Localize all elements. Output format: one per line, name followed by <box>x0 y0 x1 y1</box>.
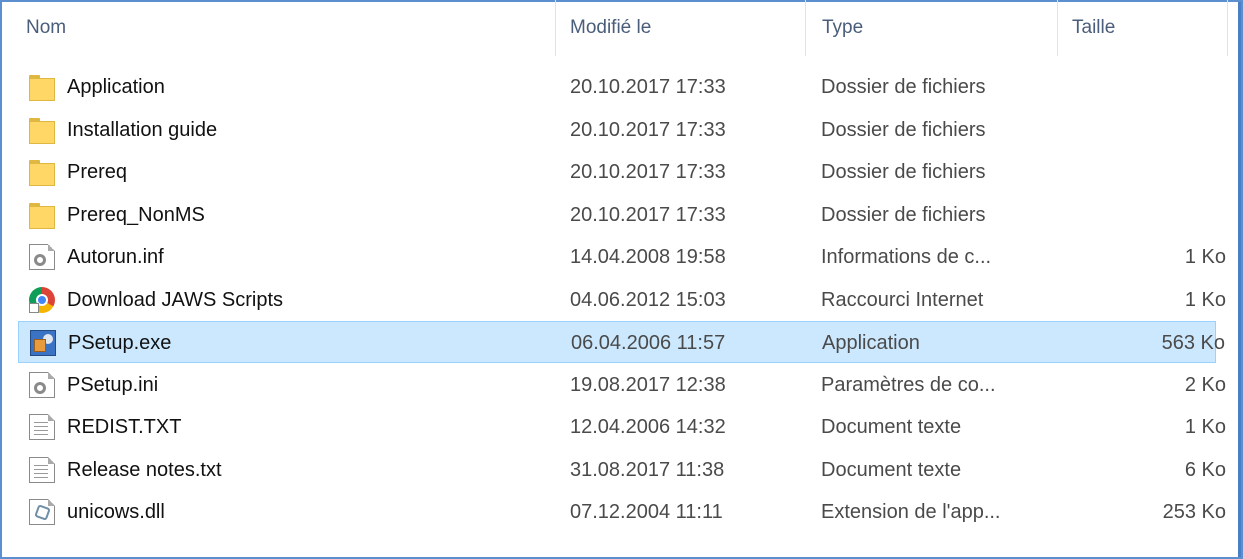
file-modified-date: 20.10.2017 17:33 <box>570 76 726 98</box>
column-divider[interactable] <box>1227 0 1228 56</box>
file-row[interactable]: unicows.dll 07.12.2004 11:11 Extension de … <box>18 491 1226 533</box>
text-file-icon <box>29 456 55 483</box>
file-size: 563 Ko <box>1161 332 1225 354</box>
file-name: Installation guide <box>67 118 218 141</box>
file-name: Download JAWS Scripts <box>67 288 283 311</box>
file-modified-date: 12.04.2006 14:32 <box>570 416 726 438</box>
file-type: Dossier de fichiers <box>821 118 986 141</box>
file-size <box>1106 151 1226 193</box>
file-row[interactable]: Download JAWS Scripts 04.06.2012 15:03 Rac… <box>18 279 1226 321</box>
column-divider[interactable] <box>805 0 806 56</box>
column-header-size-label: Taille <box>1072 17 1116 38</box>
file-name: Prereq <box>67 161 128 183</box>
file-type: Document texte <box>821 416 962 438</box>
column-header-modified[interactable]: Modifié le <box>562 0 806 56</box>
setup-exe-icon <box>30 330 56 356</box>
settings-file-icon <box>29 244 55 270</box>
file-size: 1 Ko <box>1184 288 1226 311</box>
column-header-modified-label: Modifié le <box>570 17 652 38</box>
window-edge <box>1238 2 1241 557</box>
file-row[interactable]: Release notes.txt 31.08.2017 11:38 Documen… <box>18 449 1226 491</box>
file-modified-date: 06.04.2006 11:57 <box>571 332 726 354</box>
file-name: REDIST.TXT <box>67 416 182 438</box>
file-row[interactable]: REDIST.TXT 12.04.2006 14:32 Document texte… <box>18 406 1226 448</box>
file-size <box>1106 194 1226 236</box>
file-size <box>1106 109 1226 151</box>
file-modified-date: 20.10.2017 17:33 <box>570 203 726 226</box>
file-type: Extension de l'app... <box>821 501 1001 523</box>
file-name: Prereq_NonMS <box>67 203 205 226</box>
file-row[interactable]: Prereq 20.10.2017 17:33 Dossier de fichier… <box>18 151 1216 193</box>
dll-file-icon <box>29 499 55 525</box>
file-modified-date: 19.08.2017 12:38 <box>570 373 726 396</box>
file-type: Dossier de fichiers <box>821 76 986 98</box>
file-type: Informations de c... <box>821 246 992 268</box>
file-row[interactable]: PSetup.ini 19.08.2017 12:38 Paramètres de … <box>18 364 1226 406</box>
file-type: Document texte <box>821 458 962 481</box>
file-row[interactable]: Prereq_NonMS 20.10.2017 17:33 Dossier de f… <box>18 194 1216 236</box>
file-modified-date: 07.12.2004 11:11 <box>570 501 723 523</box>
file-name: PSetup.exe <box>68 332 172 354</box>
file-name: Application <box>67 76 165 98</box>
file-row[interactable]: Application 20.10.2017 17:33 Dossier de fi… <box>18 66 1216 108</box>
folder-icon <box>29 74 55 101</box>
file-row[interactable]: PSetup.exe 06.04.2006 11:57 Application 563… <box>18 321 1225 363</box>
file-size: 253 Ko <box>1162 501 1226 523</box>
file-modified-date: 31.08.2017 11:38 <box>570 458 725 481</box>
text-file-icon <box>29 414 55 440</box>
file-modified-date: 04.06.2012 15:03 <box>570 288 726 311</box>
column-header-name-label: Nom <box>26 17 67 38</box>
file-name: Autorun.inf <box>67 246 164 268</box>
column-header-name[interactable]: Nom <box>18 0 556 56</box>
file-type: Paramètres de co... <box>821 373 996 396</box>
internet-shortcut-icon <box>29 286 55 313</box>
folder-icon <box>29 202 55 229</box>
file-type: Dossier de fichiers <box>821 203 986 226</box>
settings-file-icon <box>29 371 55 398</box>
file-row[interactable]: Installation guide 20.10.2017 17:33 Dossie… <box>18 109 1216 151</box>
column-divider[interactable] <box>555 0 556 56</box>
file-size: 6 Ko <box>1184 458 1226 481</box>
column-header: Nom Modifié le Type Taille <box>18 0 1228 56</box>
column-header-type[interactable]: Type <box>814 0 1058 56</box>
file-name: PSetup.ini <box>67 373 159 396</box>
column-header-type-label: Type <box>822 17 864 38</box>
folder-icon <box>29 159 55 186</box>
file-type: Raccourci Internet <box>821 288 984 311</box>
file-type: Application <box>822 332 920 354</box>
file-modified-date: 20.10.2017 17:33 <box>570 161 726 183</box>
file-name: Release notes.txt <box>67 458 222 481</box>
file-modified-date: 14.04.2008 19:58 <box>570 246 726 268</box>
file-name: unicows.dll <box>67 501 165 523</box>
file-modified-date: 20.10.2017 17:33 <box>570 118 726 141</box>
file-size: 1 Ko <box>1184 246 1226 268</box>
file-type: Dossier de fichiers <box>821 161 986 183</box>
file-size: 2 Ko <box>1184 373 1226 396</box>
column-divider[interactable] <box>1057 0 1058 56</box>
file-row[interactable]: Autorun.inf 14.04.2008 19:58 Informations … <box>18 236 1226 278</box>
folder-icon <box>29 117 55 144</box>
file-size <box>1106 66 1226 108</box>
column-header-size[interactable]: Taille <box>1064 0 1228 56</box>
file-size: 1 Ko <box>1184 416 1226 438</box>
